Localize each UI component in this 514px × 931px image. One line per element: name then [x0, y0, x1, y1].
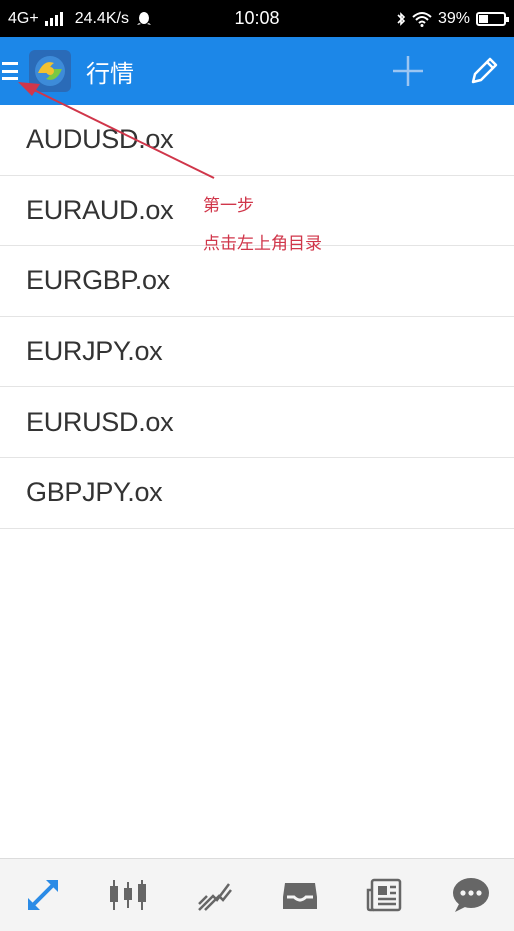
nav-inbox[interactable]: [270, 865, 330, 925]
qq-icon: [136, 11, 151, 25]
wifi-icon: [412, 11, 432, 27]
status-bar: 4G+ 24.4K/s 10:08 39%: [0, 0, 514, 37]
network-speed: 24.4K/s: [74, 9, 129, 27]
annotation-step: 第一步: [203, 196, 254, 216]
candlestick-chart-icon: [110, 880, 147, 910]
quotes-arrows-icon: [27, 880, 58, 910]
plus-icon: [393, 56, 423, 86]
nav-news[interactable]: [355, 865, 415, 925]
list-item[interactable]: AUDUSD.ox: [0, 105, 514, 176]
app-bar: 行情: [0, 37, 514, 105]
symbol-name: AUDUSD.ox: [26, 124, 174, 155]
news-icon: [367, 878, 402, 912]
list-item[interactable]: EURGBP.ox: [0, 246, 514, 317]
battery-icon: [476, 11, 509, 26]
add-symbol-button[interactable]: [390, 53, 426, 89]
bluetooth-icon: [397, 11, 406, 26]
inbox-icon: [282, 883, 317, 909]
page-title: 行情: [86, 59, 134, 88]
nav-chart[interactable]: [98, 865, 158, 925]
network-type: 4G+: [8, 9, 39, 27]
list-item[interactable]: EURUSD.ox: [0, 387, 514, 458]
status-left: 4G+ 24.4K/s: [8, 10, 151, 28]
symbol-name: GBPJPY.ox: [26, 477, 163, 508]
nav-quotes[interactable]: [13, 865, 73, 925]
metatrader-logo: [29, 50, 71, 92]
signal-icon: [44, 11, 63, 26]
trade-icon: [198, 883, 233, 911]
menu-icon[interactable]: [2, 60, 24, 82]
annotation-text: 点击左上角目录: [203, 234, 322, 254]
symbol-name: EURAUD.ox: [26, 194, 174, 225]
list-item[interactable]: EURJPY.ox: [0, 317, 514, 388]
app-actions: [390, 53, 502, 89]
list-item[interactable]: GBPJPY.ox: [0, 458, 514, 529]
edit-button[interactable]: [466, 53, 502, 89]
symbol-list: AUDUSD.ox EURAUD.ox EURGBP.ox EURJPY.ox …: [0, 105, 514, 529]
bottom-nav: [0, 858, 514, 931]
symbol-name: EURUSD.ox: [26, 406, 174, 437]
battery-percent: 39%: [437, 9, 470, 27]
status-right: 39%: [396, 9, 509, 28]
nav-trade[interactable]: [184, 865, 244, 925]
nav-chat[interactable]: [441, 865, 501, 925]
chat-icon: [453, 878, 490, 912]
symbol-name: EURGBP.ox: [26, 265, 170, 296]
symbol-name: EURJPY.ox: [26, 336, 163, 367]
pencil-icon: [471, 57, 498, 84]
